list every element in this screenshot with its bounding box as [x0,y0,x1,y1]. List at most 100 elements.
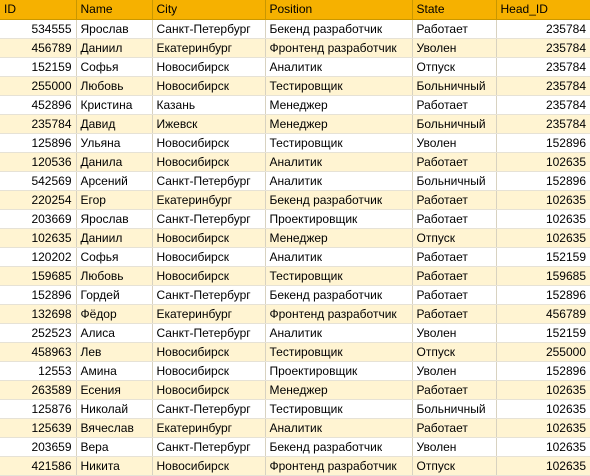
cell-name[interactable]: Егор [76,190,153,210]
cell-head-id[interactable]: 102635 [496,190,590,210]
cell-head-id[interactable]: 159685 [496,266,590,286]
column-header-city[interactable]: City [152,0,266,20]
cell-city[interactable]: Новосибирск [152,247,266,267]
cell-city[interactable]: Санкт-Петербург [152,437,266,457]
cell-state[interactable]: Работает [412,209,497,229]
cell-name[interactable]: Даниил [76,38,153,58]
cell-name[interactable]: Вера [76,437,153,457]
cell-id[interactable]: 252523 [0,323,77,343]
table-row[interactable]: 125896 Ульяна Новосибирск Тестировщик Уволен… [0,133,590,153]
cell-city[interactable]: Новосибирск [152,133,266,153]
cell-head-id[interactable]: 152896 [496,133,590,153]
cell-city[interactable]: Санкт-Петербург [152,19,266,39]
cell-state[interactable]: Больничный [412,171,497,191]
cell-state[interactable]: Отпуск [412,228,497,248]
cell-state[interactable]: Уволен [412,361,497,381]
cell-head-id[interactable]: 235784 [496,95,590,115]
cell-position[interactable]: Менеджер [265,228,413,248]
cell-head-id[interactable]: 102635 [496,456,590,476]
table-row[interactable]: 12553 Амина Новосибирск Проектировщик Уволен… [0,361,590,381]
cell-state[interactable]: Работает [412,247,497,267]
cell-position[interactable]: Бекенд разработчик [265,19,413,39]
cell-position[interactable]: Тестировщик [265,76,413,96]
cell-id[interactable]: 255000 [0,76,77,96]
table-row[interactable]: 152159 Софья Новосибирск Аналитик Отпуск 2357… [0,57,590,77]
cell-head-id[interactable]: 102635 [496,228,590,248]
cell-city[interactable]: Ижевск [152,114,266,134]
cell-name[interactable]: Данила [76,152,153,172]
cell-state[interactable]: Уволен [412,323,497,343]
cell-city[interactable]: Санкт-Петербург [152,399,266,419]
cell-city[interactable]: Санкт-Петербург [152,285,266,305]
cell-name[interactable]: Вячеслав [76,418,153,438]
cell-id[interactable]: 102635 [0,228,77,248]
cell-name[interactable]: Давид [76,114,153,134]
cell-id[interactable]: 235784 [0,114,77,134]
cell-name[interactable]: Никита [76,456,153,476]
cell-head-id[interactable]: 102635 [496,399,590,419]
cell-position[interactable]: Тестировщик [265,399,413,419]
cell-name[interactable]: Любовь [76,76,153,96]
cell-head-id[interactable]: 152896 [496,361,590,381]
cell-name[interactable]: Ульяна [76,133,153,153]
cell-name[interactable]: Арсений [76,171,153,191]
cell-head-id[interactable]: 235784 [496,19,590,39]
cell-city[interactable]: Новосибирск [152,456,266,476]
table-row[interactable]: 542569 Арсений Санкт-Петербург Аналитик Боль… [0,171,590,191]
table-row[interactable]: 203659 Вера Санкт-Петербург Бекенд разработ… [0,437,590,457]
cell-id[interactable]: 452896 [0,95,77,115]
cell-state[interactable]: Работает [412,19,497,39]
cell-city[interactable]: Санкт-Петербург [152,323,266,343]
cell-id[interactable]: 203659 [0,437,77,457]
column-header-state[interactable]: State [412,0,497,20]
cell-id[interactable]: 534555 [0,19,77,39]
cell-state[interactable]: Работает [412,285,497,305]
cell-name[interactable]: Ярослав [76,209,153,229]
table-row[interactable]: 452896 Кристина Казань Менеджер Работает 2357… [0,95,590,115]
cell-position[interactable]: Аналитик [265,57,413,77]
cell-city[interactable]: Новосибирск [152,228,266,248]
table-row[interactable]: 152896 Гордей Санкт-Петербург Бекенд разраб… [0,285,590,305]
cell-city[interactable]: Санкт-Петербург [152,171,266,191]
cell-state[interactable]: Работает [412,380,497,400]
cell-position[interactable]: Менеджер [265,95,413,115]
cell-city[interactable]: Новосибирск [152,266,266,286]
cell-state[interactable]: Отпуск [412,342,497,362]
cell-name[interactable]: Софья [76,247,153,267]
cell-head-id[interactable]: 235784 [496,38,590,58]
cell-position[interactable]: Менеджер [265,114,413,134]
cell-state[interactable]: Больничный [412,76,497,96]
column-header-head-id[interactable]: Head_ID [496,0,590,20]
cell-head-id[interactable]: 456789 [496,304,590,324]
cell-state[interactable]: Больничный [412,399,497,419]
cell-name[interactable]: Ярослав [76,19,153,39]
cell-position[interactable]: Тестировщик [265,342,413,362]
cell-name[interactable]: Алиса [76,323,153,343]
cell-position[interactable]: Менеджер [265,380,413,400]
table-row[interactable]: 534555 Ярослав Санкт-Петербург Бекенд разра… [0,19,590,39]
cell-name[interactable]: Даниил [76,228,153,248]
cell-id[interactable]: 125639 [0,418,77,438]
cell-id[interactable]: 421586 [0,456,77,476]
column-header-position[interactable]: Position [265,0,413,20]
cell-head-id[interactable]: 102635 [496,152,590,172]
cell-city[interactable]: Новосибирск [152,57,266,77]
cell-id[interactable]: 125896 [0,133,77,153]
cell-state[interactable]: Работает [412,304,497,324]
cell-name[interactable]: Кристина [76,95,153,115]
cell-city[interactable]: Екатеринбург [152,304,266,324]
table-row[interactable]: 421586 Никита Новосибирск Фронтенд разработ… [0,456,590,476]
cell-head-id[interactable]: 102635 [496,437,590,457]
cell-state[interactable]: Больничный [412,114,497,134]
table-row[interactable]: 120202 Софья Новосибирск Аналитик Работает 15… [0,247,590,267]
cell-head-id[interactable]: 152896 [496,285,590,305]
cell-name[interactable]: Гордей [76,285,153,305]
cell-city[interactable]: Екатеринбург [152,418,266,438]
cell-city[interactable]: Новосибирск [152,361,266,381]
cell-position[interactable]: Фронтенд разработчик [265,456,413,476]
cell-head-id[interactable]: 152159 [496,247,590,267]
cell-city[interactable]: Новосибирск [152,342,266,362]
cell-head-id[interactable]: 152896 [496,171,590,191]
cell-head-id[interactable]: 235784 [496,57,590,77]
cell-id[interactable]: 152159 [0,57,77,77]
